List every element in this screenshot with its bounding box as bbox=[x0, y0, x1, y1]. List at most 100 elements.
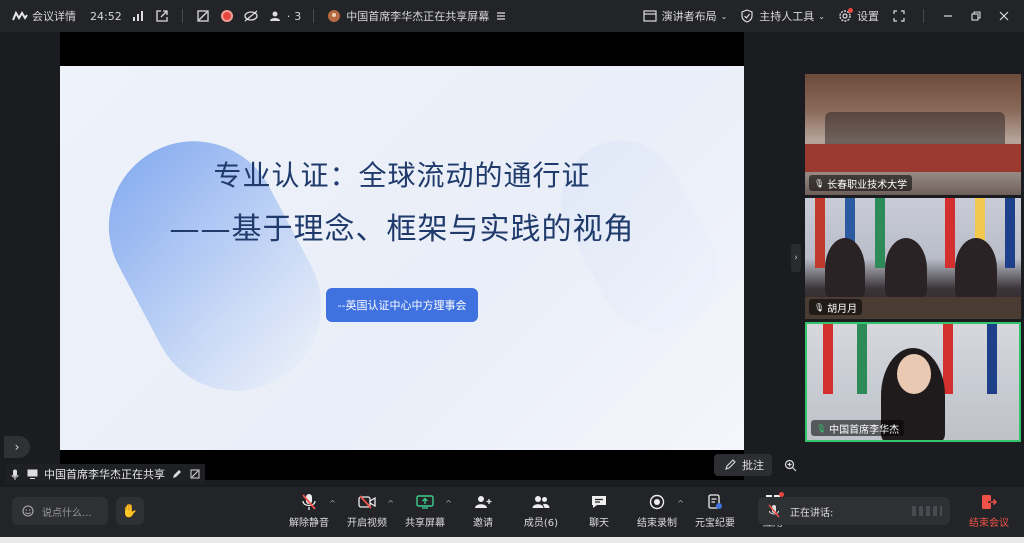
members-button[interactable]: 成员(6) bbox=[512, 493, 570, 533]
conference-table bbox=[805, 144, 1021, 172]
zoom-in-icon bbox=[782, 457, 798, 473]
sharing-notice[interactable]: 中国首席李华杰正在共享屏幕 bbox=[326, 8, 509, 24]
video-name-label: 🎙 胡月月 bbox=[809, 299, 863, 315]
sharer-avatar-icon bbox=[326, 8, 342, 24]
annotate-button[interactable]: 批注 bbox=[714, 454, 772, 476]
participant-face bbox=[897, 354, 931, 394]
share-screen-icon bbox=[415, 493, 435, 511]
quick-chat-input[interactable]: 说点什么... bbox=[12, 497, 108, 525]
chat-placeholder: 说点什么... bbox=[42, 507, 92, 519]
gear-icon bbox=[837, 8, 853, 24]
mic-icon bbox=[10, 466, 20, 482]
zoom-in-button[interactable] bbox=[780, 455, 800, 475]
participant-figure bbox=[955, 238, 997, 300]
chat-icon bbox=[589, 493, 609, 511]
menu-lines-icon bbox=[493, 8, 509, 24]
restore-icon[interactable] bbox=[968, 8, 984, 24]
hide-view-icon[interactable] bbox=[243, 8, 259, 24]
expand-panel-button[interactable]: › bbox=[4, 436, 30, 458]
host-tools-label: 主持人工具 bbox=[759, 10, 815, 23]
presentation-slide: 专业认证：全球流动的通行证 ——基于理念、框架与实践的视角 --英国认证中心中方… bbox=[60, 66, 744, 450]
video-tile[interactable]: 🎙 长春职业技术大学 bbox=[805, 74, 1021, 195]
participant-count: 3 bbox=[294, 9, 302, 23]
flag-decoration bbox=[943, 324, 953, 394]
top-bar: 会议详情 24:52 · 3 中国首席李华杰正在共享屏幕 演讲者布局 ⌄ 主持人… bbox=[0, 0, 1024, 32]
divider bbox=[313, 9, 315, 23]
notification-dot bbox=[848, 8, 853, 13]
meeting-details-label: 会议详情 bbox=[32, 10, 76, 23]
flag-decoration bbox=[857, 324, 867, 394]
flag-decoration bbox=[945, 198, 955, 268]
settings-label: 设置 bbox=[857, 10, 879, 23]
unmute-button[interactable]: ^ 解除静音 bbox=[280, 493, 338, 533]
quality-icon[interactable] bbox=[195, 8, 211, 24]
user-icon bbox=[267, 8, 283, 24]
flag-decoration bbox=[815, 198, 825, 268]
chat-button[interactable]: 聊天 bbox=[570, 493, 628, 533]
minimize-icon[interactable] bbox=[940, 8, 956, 24]
shared-screen: 专业认证：全球流动的通行证 ——基于理念、框架与实践的视角 --英国认证中心中方… bbox=[60, 32, 744, 480]
participant-figure bbox=[825, 238, 865, 300]
screen-share-icon bbox=[26, 466, 38, 482]
mic-muted-icon bbox=[766, 503, 782, 519]
presenter-layout-label: 演讲者布局 bbox=[661, 10, 717, 23]
exit-icon bbox=[979, 493, 999, 511]
flag-decoration bbox=[875, 198, 885, 268]
video-name-label: 🎙 长春职业技术大学 bbox=[809, 175, 913, 191]
presenter-layout-button[interactable]: 演讲者布局 ⌄ bbox=[642, 8, 728, 24]
video-name-label: 🎙 中国首席李华杰 bbox=[811, 420, 905, 436]
speaking-indicator: 正在讲话: bbox=[758, 497, 950, 525]
divider bbox=[181, 9, 183, 23]
dot-separator: · bbox=[286, 9, 291, 23]
stop-recording-button[interactable]: ^ 结束录制 bbox=[628, 493, 686, 533]
flag-decoration bbox=[987, 324, 997, 394]
end-meeting-button[interactable]: 结束会议 bbox=[964, 493, 1014, 533]
camera-off-icon bbox=[357, 493, 377, 511]
notes-icon bbox=[705, 493, 725, 511]
sharing-notice-label: 中国首席李华杰正在共享屏幕 bbox=[346, 10, 490, 23]
collapse-gallery-button[interactable]: › bbox=[791, 244, 801, 272]
invite-icon bbox=[473, 493, 493, 511]
meeting-notes-button[interactable]: 元宝纪要 bbox=[686, 493, 744, 533]
logo-icon bbox=[12, 8, 28, 24]
signal-icon bbox=[130, 8, 146, 24]
participants-indicator[interactable]: · 3 bbox=[267, 8, 302, 24]
flag-decoration bbox=[823, 324, 833, 394]
speaking-wave bbox=[912, 506, 942, 516]
mic-muted-icon bbox=[299, 493, 319, 511]
record-indicator-icon[interactable] bbox=[219, 8, 235, 24]
slide-title: 专业认证：全球流动的通行证 bbox=[213, 159, 591, 192]
host-tools-button[interactable]: 主持人工具 ⌄ bbox=[739, 8, 825, 24]
chevron-up-icon[interactable]: ^ bbox=[677, 499, 684, 508]
chevron-up-icon[interactable]: ^ bbox=[387, 499, 394, 508]
meeting-timer: 24:52 bbox=[90, 9, 122, 23]
raise-hand-button[interactable]: ✋ bbox=[116, 497, 144, 525]
start-video-button[interactable]: ^ 开启视频 bbox=[338, 493, 396, 533]
chevron-up-icon[interactable]: ^ bbox=[445, 499, 452, 508]
bottom-toolbar: 说点什么... ✋ ^ 解除静音 ^ 开启视频 ^ 共享屏幕 邀请 成员(6) … bbox=[0, 487, 1024, 537]
video-tile[interactable]: 🎙 胡月月 bbox=[805, 198, 1021, 319]
mic-icon: 🎙 bbox=[816, 423, 827, 433]
divider bbox=[923, 9, 924, 23]
chevron-up-icon[interactable]: ^ bbox=[329, 499, 336, 508]
invite-button[interactable]: 邀请 bbox=[454, 493, 512, 533]
mic-icon: 🎙 bbox=[814, 178, 825, 188]
quality-icon bbox=[189, 466, 201, 482]
fullscreen-icon[interactable] bbox=[891, 8, 907, 24]
pen-icon bbox=[171, 466, 183, 482]
chevron-right-icon: › bbox=[14, 440, 20, 454]
share-screen-button[interactable]: ^ 共享屏幕 bbox=[396, 493, 454, 533]
stop-record-icon bbox=[647, 493, 667, 511]
settings-button[interactable]: 设置 bbox=[837, 8, 879, 24]
participant-figure bbox=[885, 238, 927, 300]
chevron-down-icon: ⌄ bbox=[720, 11, 728, 21]
video-tile-active-speaker[interactable]: 🎙 中国首席李华杰 bbox=[805, 322, 1021, 442]
members-icon bbox=[531, 493, 551, 511]
bottom-edge bbox=[0, 537, 1024, 543]
meeting-details-button[interactable]: 会议详情 bbox=[12, 8, 76, 24]
layout-icon bbox=[642, 8, 658, 24]
close-icon[interactable] bbox=[996, 8, 1012, 24]
popout-icon[interactable] bbox=[154, 8, 170, 24]
hand-icon: ✋ bbox=[121, 503, 139, 519]
annotation-controls: 批注 bbox=[714, 454, 800, 476]
